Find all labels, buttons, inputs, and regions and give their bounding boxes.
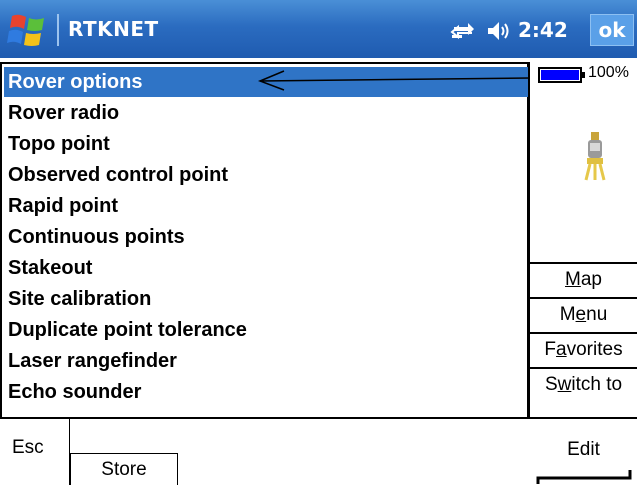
list-item-rapid-point[interactable]: Rapid point bbox=[4, 191, 528, 221]
menu-label-suffix: nu bbox=[586, 304, 608, 325]
menu-button[interactable]: Menu bbox=[530, 297, 637, 331]
list-item-stakeout[interactable]: Stakeout bbox=[4, 253, 528, 283]
battery-percent: 100% bbox=[588, 64, 629, 81]
title-bar: RTKNET 2:42 ok bbox=[0, 0, 637, 58]
list-item-site-calibration[interactable]: Site calibration bbox=[4, 284, 528, 314]
edit-button-frame bbox=[536, 470, 632, 484]
switch-to-label-prefix: S bbox=[544, 374, 558, 395]
list-item-topo-point[interactable]: Topo point bbox=[4, 129, 528, 159]
clock[interactable]: 2:42 bbox=[518, 18, 568, 42]
title-separator bbox=[57, 14, 59, 46]
list-item-continuous-points[interactable]: Continuous points bbox=[4, 222, 528, 252]
store-button[interactable]: Store bbox=[70, 453, 178, 485]
bottom-bar: Esc Store bbox=[0, 419, 530, 485]
favorites-label-suffix: vorites bbox=[566, 339, 623, 360]
favorites-button[interactable]: Favorites bbox=[530, 332, 637, 366]
esc-button[interactable]: Esc bbox=[0, 419, 70, 485]
list-item-observed-control-point[interactable]: Observed control point bbox=[4, 160, 528, 190]
favorites-label-accel: a bbox=[556, 339, 567, 360]
list-item-laser-rangefinder[interactable]: Laser rangefinder bbox=[4, 346, 528, 376]
switch-to-label-accel: w bbox=[557, 374, 572, 395]
switch-to-button[interactable]: Switch to bbox=[530, 367, 637, 401]
connectivity-icon[interactable] bbox=[450, 21, 476, 41]
map-label-accel: M bbox=[565, 269, 581, 290]
map-label-suffix: ap bbox=[580, 269, 602, 290]
gps-receiver-icon[interactable] bbox=[582, 130, 608, 182]
switch-to-label-suffix: itch to bbox=[571, 374, 623, 395]
ok-button[interactable]: ok bbox=[590, 14, 634, 46]
list-item-rover-radio[interactable]: Rover radio bbox=[4, 98, 528, 128]
list-item-duplicate-point-tolerance[interactable]: Duplicate point tolerance bbox=[4, 315, 528, 345]
windows-flag-icon[interactable] bbox=[6, 12, 50, 48]
options-list: Rover options Rover radio Topo point Obs… bbox=[0, 62, 531, 419]
list-item-echo-sounder[interactable]: Echo sounder bbox=[4, 377, 528, 407]
menu-label-prefix: M bbox=[559, 304, 576, 325]
list-item-rover-options[interactable]: Rover options bbox=[4, 67, 528, 97]
menu-label-accel: e bbox=[575, 304, 587, 325]
favorites-label-prefix: F bbox=[544, 339, 557, 360]
map-button[interactable]: Map bbox=[530, 262, 637, 296]
app-title: RTKNET bbox=[68, 17, 159, 41]
speaker-icon[interactable] bbox=[486, 19, 512, 43]
battery-icon[interactable] bbox=[538, 66, 586, 84]
